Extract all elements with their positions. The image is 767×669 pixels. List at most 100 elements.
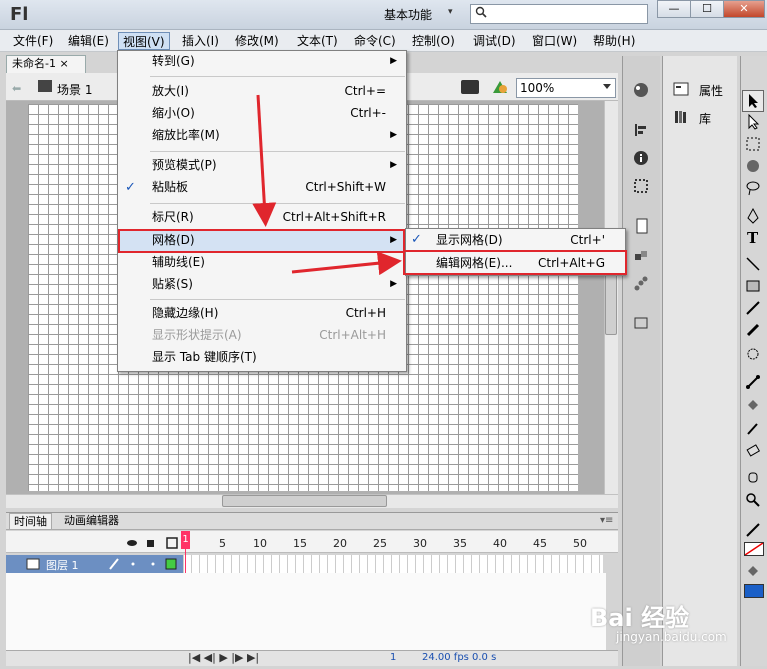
frame-grid[interactable] [183, 555, 603, 573]
menu-item-rulers[interactable]: 标尺(R) Ctrl+Alt+Shift+R [118, 207, 406, 228]
project-icon[interactable] [633, 314, 649, 330]
menu-help[interactable]: 帮助(H) [589, 32, 639, 50]
motion-presets-icon[interactable] [633, 276, 649, 292]
menu-item-zoom-in[interactable]: 放大(I) Ctrl+= [118, 81, 406, 102]
document-tab[interactable]: 未命名-1 × [6, 55, 86, 73]
free-transform-icon[interactable] [745, 136, 761, 152]
menu-insert[interactable]: 插入(I) [178, 32, 223, 50]
3d-rotation-icon[interactable] [745, 158, 761, 174]
frame-rate[interactable]: 24.00 fps [422, 652, 469, 663]
edit-symbols-icon[interactable] [491, 79, 509, 95]
menu-item-show-grid[interactable]: 显示网格(D) Ctrl+' [406, 229, 625, 251]
chevron-right-icon: ▶ [390, 130, 397, 140]
zoom-select[interactable]: 100% [516, 78, 616, 98]
menu-item-preview-mode[interactable]: 预览模式(P) ▶ [118, 155, 406, 176]
transform-icon[interactable] [633, 178, 649, 194]
menu-modify[interactable]: 修改(M) [231, 32, 283, 50]
playback-controls[interactable]: |◀ ◀| ▶ |▶ ▶| [188, 651, 259, 664]
zoom-icon[interactable] [745, 492, 761, 508]
menu-item-pasteboard[interactable]: 粘贴板 Ctrl+Shift+W [118, 177, 406, 198]
color-icon[interactable] [633, 82, 649, 98]
panel-menu-icon[interactable]: ▾≡ [600, 515, 613, 526]
menu-edit[interactable]: 编辑(E) [64, 32, 113, 50]
pen-icon[interactable] [745, 208, 761, 224]
layer-state-icons[interactable] [108, 557, 178, 571]
menu-file[interactable]: 文件(F) [9, 32, 57, 50]
chevron-right-icon: ▶ [390, 56, 397, 66]
stroke-color-icon[interactable] [745, 522, 761, 538]
workspace-switcher[interactable]: 基本功能 [384, 6, 432, 23]
eraser-icon[interactable] [745, 442, 761, 458]
horizontal-scroll-thumb[interactable] [222, 495, 387, 507]
code-snippets-icon[interactable] [633, 218, 649, 234]
chevron-down-icon[interactable] [603, 84, 611, 89]
search-input[interactable] [470, 4, 648, 24]
panel-library[interactable]: 库 [699, 110, 711, 127]
library-icon[interactable] [673, 109, 689, 125]
watermark-logo: Bai 经验 [590, 604, 690, 632]
line-icon[interactable] [745, 256, 761, 272]
menu-control[interactable]: 控制(O) [408, 32, 459, 50]
eyedropper-icon[interactable] [745, 420, 761, 436]
fill-color-swatch[interactable] [744, 584, 764, 598]
deco-icon[interactable] [745, 346, 761, 362]
tab-timeline[interactable]: 时间轴 [9, 513, 52, 529]
chevron-right-icon: ▶ [390, 279, 397, 289]
align-icon[interactable] [633, 122, 649, 138]
app-logo: Fl [10, 4, 29, 25]
scene-label: 场景 1 [57, 83, 93, 97]
menu-item-show-tab-order[interactable]: 显示 Tab 键顺序(T) [118, 347, 406, 368]
bone-icon[interactable] [745, 374, 761, 390]
menu-commands[interactable]: 命令(C) [350, 32, 400, 50]
info-icon[interactable] [633, 150, 649, 166]
pencil-icon[interactable] [745, 300, 761, 316]
rectangle-icon[interactable] [745, 278, 761, 294]
timeline-tick: 40 [493, 537, 507, 550]
lasso-icon[interactable] [745, 180, 761, 196]
shortcut-label: Ctrl+= [344, 84, 386, 98]
chevron-right-icon: ▶ [390, 257, 397, 267]
layer-toggles[interactable] [126, 536, 188, 550]
edit-scene-icon[interactable] [461, 80, 479, 94]
menu-view[interactable]: 视图(V) [118, 32, 170, 50]
menu-item-snapping[interactable]: 贴紧(S) ▶ [118, 274, 406, 295]
timeline-tick: 25 [373, 537, 387, 550]
watermark-url: jingyan.baidu.com [616, 630, 727, 644]
layer-name[interactable]: 图层 1 [46, 557, 79, 573]
close-button[interactable]: ✕ [723, 0, 765, 18]
timeline-tick: 35 [453, 537, 467, 550]
chevron-down-icon[interactable]: ▾ [448, 7, 453, 17]
stroke-color-swatch[interactable] [744, 542, 764, 556]
text-tool-icon[interactable]: T [747, 229, 758, 247]
playhead[interactable]: 1 [181, 531, 190, 549]
menu-item-magnification[interactable]: 缩放比率(M) ▶ [118, 125, 406, 146]
fill-color-icon[interactable] [745, 564, 761, 580]
menu-item-label: 贴紧(S) [152, 277, 193, 291]
paint-bucket-icon[interactable] [745, 398, 761, 414]
timeline-tick: 20 [333, 537, 347, 550]
minimize-button[interactable]: — [657, 0, 691, 18]
properties-icon[interactable] [673, 81, 689, 97]
menu-debug[interactable]: 调试(D) [469, 32, 520, 50]
search-icon [475, 6, 487, 18]
annotation-box-grid [118, 229, 405, 253]
menu-text[interactable]: 文本(T) [293, 32, 342, 50]
components-icon[interactable] [633, 248, 649, 264]
tab-motion-editor[interactable]: 动画编辑器 [60, 513, 123, 529]
back-arrow-icon[interactable]: ⬅ [12, 82, 24, 95]
menu-window[interactable]: 窗口(W) [528, 32, 581, 50]
menu-item-goto[interactable]: 转到(G) ▶ [118, 51, 406, 72]
menu-item-hide-edges[interactable]: 隐藏边缘(H) Ctrl+H [118, 303, 406, 324]
hand-icon[interactable] [745, 468, 761, 484]
scene-icon [38, 80, 52, 92]
arrow-cursor-icon[interactable] [745, 93, 761, 109]
subselection-icon[interactable] [745, 114, 761, 130]
brush-icon[interactable] [745, 322, 761, 338]
menu-item-label: 缩小(O) [152, 106, 195, 120]
panel-properties[interactable]: 属性 [699, 82, 723, 99]
elapsed-time: 0.0 s [472, 652, 497, 663]
menu-item-guides[interactable]: 辅助线(E) ▶ [118, 252, 406, 273]
menu-item-label: 标尺(R) [152, 210, 194, 224]
maximize-button[interactable]: ☐ [690, 0, 724, 18]
menu-item-zoom-out[interactable]: 缩小(O) Ctrl+- [118, 103, 406, 124]
